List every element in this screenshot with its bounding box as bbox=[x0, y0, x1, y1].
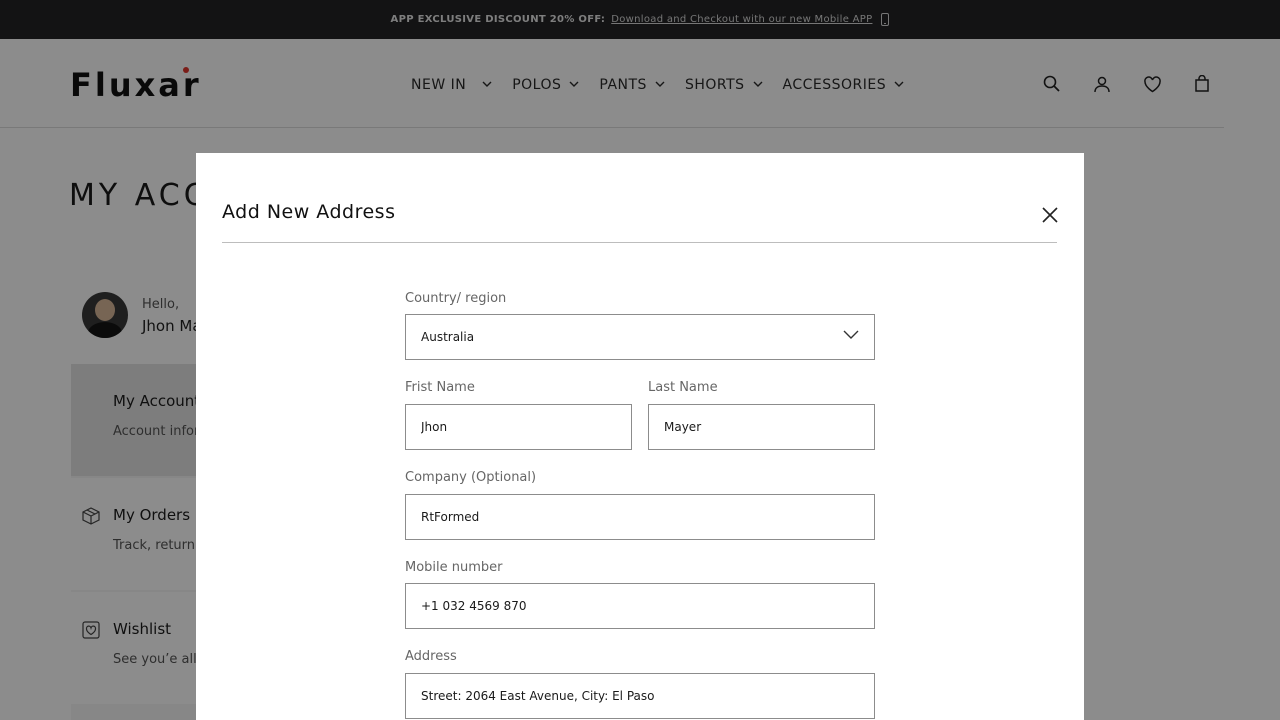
company-field[interactable] bbox=[405, 494, 875, 540]
address-field[interactable] bbox=[405, 673, 875, 719]
first-name-input[interactable] bbox=[421, 420, 616, 434]
country-value: Australia bbox=[421, 330, 475, 344]
mobile-label: Mobile number bbox=[405, 560, 503, 575]
mobile-input[interactable] bbox=[421, 599, 859, 613]
country-label: Country/ region bbox=[405, 291, 507, 306]
last-name-field[interactable] bbox=[648, 404, 875, 450]
address-label: Address bbox=[405, 649, 457, 664]
mobile-field[interactable] bbox=[405, 583, 875, 629]
company-input[interactable] bbox=[421, 510, 859, 524]
company-label: Company (Optional) bbox=[405, 470, 537, 485]
first-name-label: Frist Name bbox=[405, 380, 475, 395]
modal-divider bbox=[222, 242, 1057, 243]
modal-title: Add New Address bbox=[222, 201, 396, 223]
close-icon[interactable] bbox=[1039, 204, 1061, 226]
country-select[interactable]: Australia bbox=[405, 314, 875, 360]
last-name-input[interactable] bbox=[664, 420, 859, 434]
first-name-field[interactable] bbox=[405, 404, 632, 450]
chevron-down-icon bbox=[843, 329, 859, 345]
add-address-modal: Add New Address Country/ region Australi… bbox=[196, 153, 1084, 720]
last-name-label: Last Name bbox=[648, 380, 718, 395]
address-input[interactable] bbox=[421, 689, 859, 703]
